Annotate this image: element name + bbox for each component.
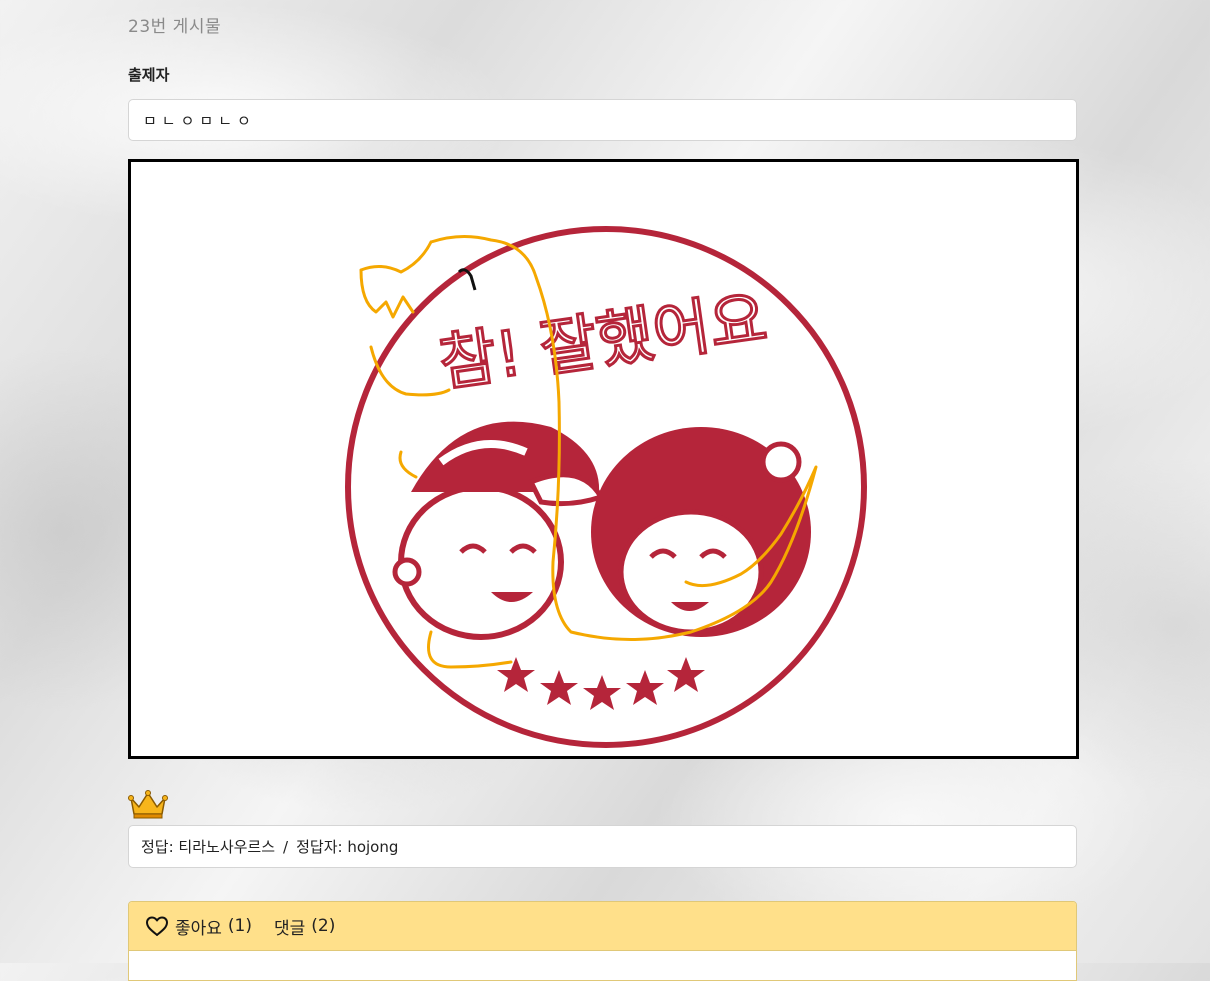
- boy-face: [392, 421, 605, 640]
- post-actions-card: 좋아요 (1) 댓글 (2): [128, 901, 1077, 981]
- answer-box: 정답: 티라노사우르스 / 정답자: hojong: [128, 825, 1077, 868]
- comment-button[interactable]: 댓글 (2): [274, 914, 335, 939]
- crown-icon: [128, 788, 168, 820]
- girl-face: [591, 427, 811, 637]
- answer-separator: /: [283, 837, 289, 856]
- stamp-text: 참! 잘했어요: [435, 282, 772, 400]
- like-count: (1): [227, 916, 253, 936]
- like-button[interactable]: 좋아요 (1): [145, 914, 252, 939]
- author-label: 출제자: [128, 66, 170, 84]
- solver-text: 정답자: hojong: [296, 838, 399, 856]
- drawing-canvas[interactable]: 참! 잘했어요: [128, 159, 1079, 759]
- answer-text: 정답: 티라노사우르스: [141, 838, 276, 856]
- post-actions-bar: 좋아요 (1) 댓글 (2): [129, 902, 1076, 951]
- heart-outline-icon: [146, 916, 168, 936]
- stamp-stars: [497, 657, 705, 710]
- post-title: 23번 게시물: [128, 17, 222, 37]
- comment-label: 댓글: [274, 918, 306, 939]
- like-label: 좋아요: [175, 918, 222, 939]
- drawing-image: 참! 잘했어요: [345, 226, 867, 748]
- author-value: ㅁㄴㅇㅁㄴㅇ: [143, 111, 256, 130]
- author-field: ㅁㄴㅇㅁㄴㅇ: [128, 99, 1077, 141]
- comment-count: (2): [311, 916, 336, 936]
